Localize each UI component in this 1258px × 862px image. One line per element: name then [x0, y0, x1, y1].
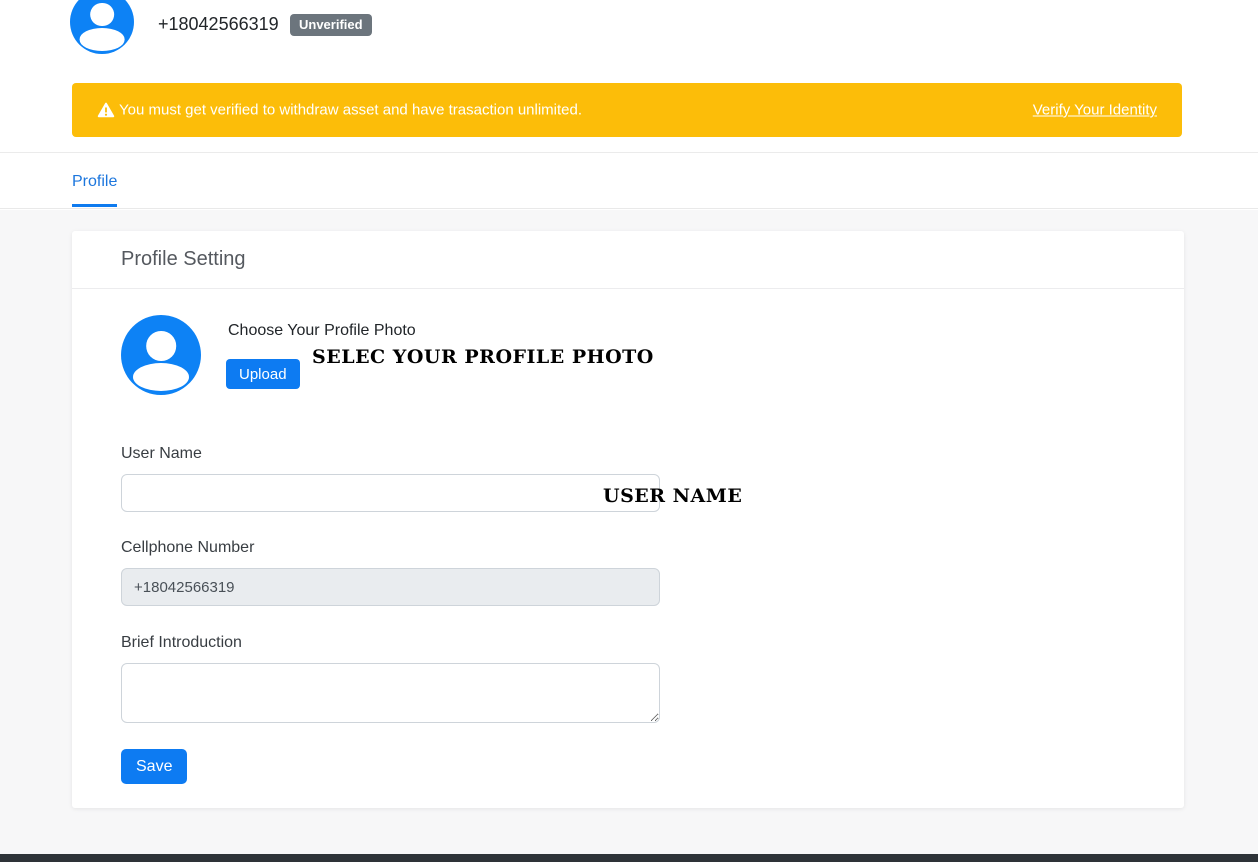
profile-setting-card: Profile Setting Choose Your Profile Phot…	[72, 231, 1184, 808]
warning-triangle-icon	[97, 102, 115, 118]
avatar-head-shape	[90, 2, 114, 27]
verification-warning-banner: You must get verified to withdraw asset …	[72, 83, 1182, 137]
avatar-head-shape	[146, 331, 176, 361]
username-input[interactable]	[121, 474, 660, 512]
user-avatar-icon	[70, 0, 134, 54]
tab-bar: Profile	[0, 152, 1258, 209]
warning-message: You must get verified to withdraw asset …	[119, 101, 583, 119]
card-title: Profile Setting	[121, 248, 246, 270]
choose-photo-label: Choose Your Profile Photo	[228, 322, 416, 339]
profile-photo-avatar-icon	[121, 315, 201, 395]
verify-identity-link[interactable]: Verify Your Identity	[1033, 102, 1157, 119]
card-header: Profile Setting	[72, 231, 1184, 289]
verification-status-badge: Unverified	[290, 14, 372, 36]
brief-introduction-textarea[interactable]	[121, 663, 660, 723]
photo-annotation-overlay: SELEC YOUR PROFILE PHOTO	[312, 346, 654, 368]
footer-bar	[0, 854, 1258, 862]
account-phone-number: +18042566319	[158, 14, 279, 34]
cellphone-input	[121, 568, 660, 606]
brief-introduction-label: Brief Introduction	[121, 634, 242, 651]
upload-button[interactable]: Upload	[226, 359, 300, 389]
profile-settings-page: +18042566319 Unverified You must get ver…	[0, 0, 1258, 862]
avatar-torso-shape	[133, 363, 189, 391]
username-annotation-overlay: USER NAME	[603, 485, 743, 507]
cellphone-label: Cellphone Number	[121, 539, 255, 556]
username-label: User Name	[121, 445, 202, 462]
tab-profile[interactable]: Profile	[72, 173, 118, 207]
save-button[interactable]: Save	[121, 749, 188, 784]
avatar-torso-shape	[79, 28, 125, 51]
